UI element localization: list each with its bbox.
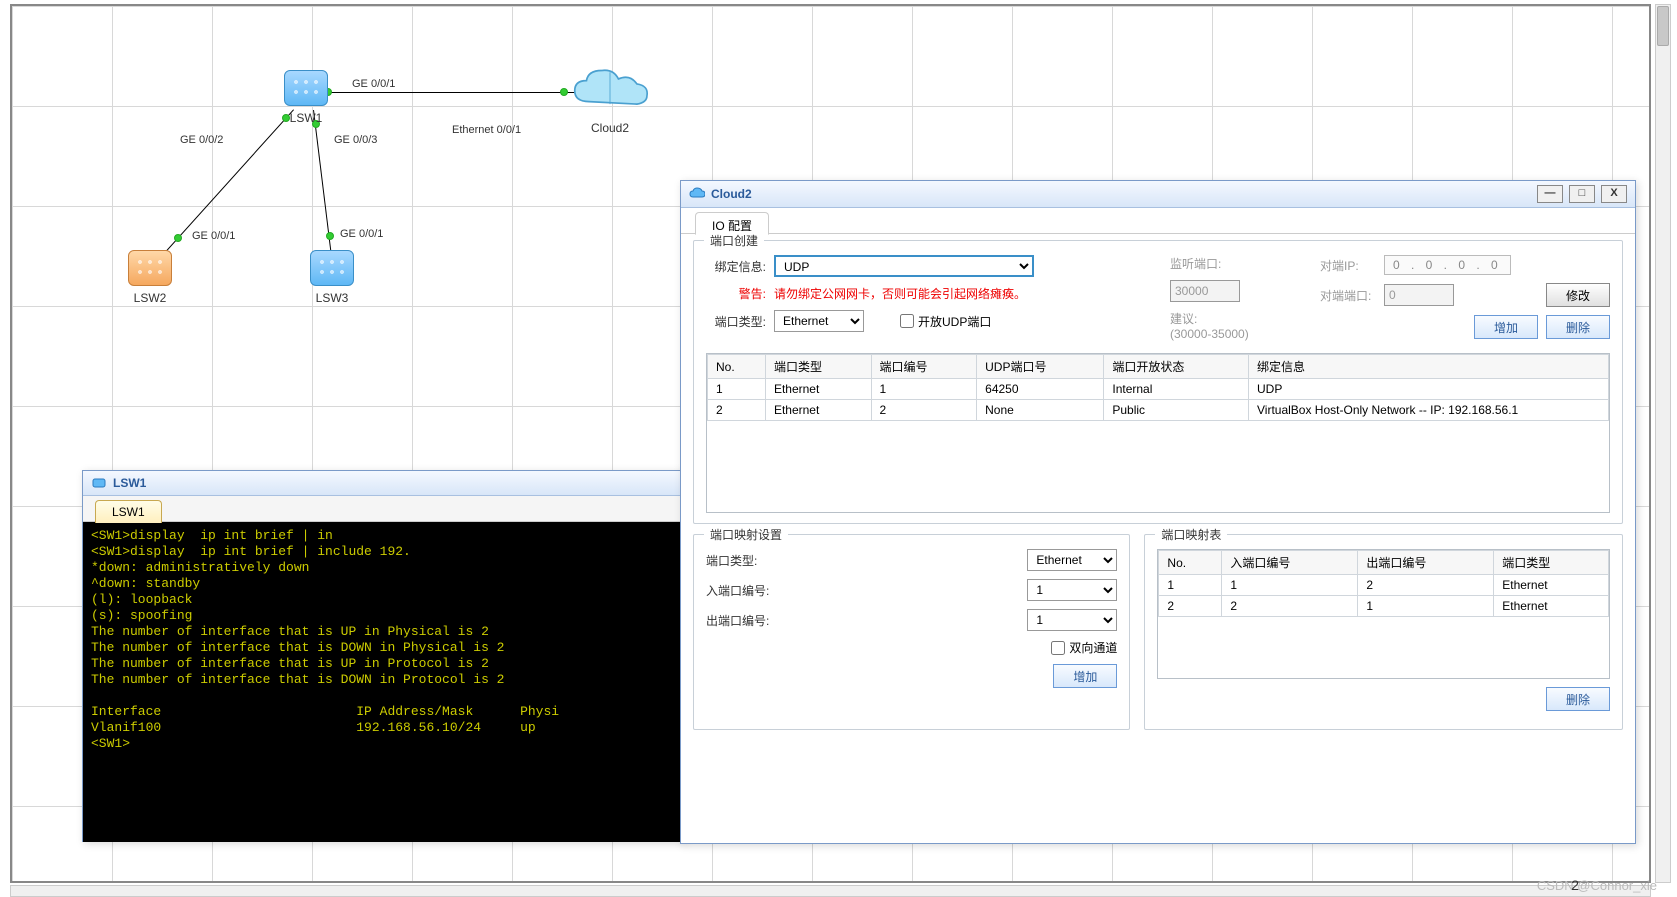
add-button[interactable]: 增加 <box>1474 315 1538 339</box>
th: No. <box>1159 551 1222 575</box>
window-title: LSW1 <box>113 476 146 490</box>
th: 端口类型 <box>1494 551 1609 575</box>
node-label: LSW3 <box>310 291 354 305</box>
link-label: GE 0/0/1 <box>192 230 235 242</box>
node-cloud2[interactable]: Cloud2 <box>568 62 652 135</box>
switch-icon <box>310 250 354 286</box>
maximize-button[interactable]: □ <box>1569 185 1595 203</box>
bidir-checkbox[interactable]: 双向通道 <box>1051 639 1117 656</box>
in-port-label: 入端口编号: <box>706 582 786 599</box>
watermark: CSDN @Connor_xie <box>1537 878 1657 893</box>
th: 端口编号 <box>871 355 977 379</box>
link-label: GE 0/0/2 <box>180 134 223 146</box>
app-icon <box>689 186 705 202</box>
legend: 端口映射设置 <box>704 526 788 543</box>
table-row[interactable]: 112Ethernet <box>1159 575 1609 596</box>
link-lsw1-cloud <box>328 92 580 93</box>
node-label: LSW1 <box>284 111 328 125</box>
switch-icon <box>284 70 328 106</box>
map-delete-button[interactable]: 删除 <box>1546 687 1610 711</box>
warning-text: 请勿绑定公网网卡，否则可能会引起网络瘫痪。 <box>774 285 1026 302</box>
link-label: GE 0/0/1 <box>352 78 395 90</box>
table-row[interactable]: 221Ethernet <box>1159 596 1609 617</box>
node-label: LSW2 <box>128 291 172 305</box>
port-type-label: 端口类型: <box>706 313 766 330</box>
terminal-output[interactable]: <SW1>display ip int brief | in <SW1>disp… <box>83 522 683 842</box>
out-port-label: 出端口编号: <box>706 612 786 629</box>
bind-info-label: 绑定信息: <box>706 258 766 275</box>
scrollbar-vertical[interactable] <box>1655 4 1671 883</box>
th: 入端口编号 <box>1222 551 1358 575</box>
port-map-table: No. 入端口编号 出端口编号 端口类型 112Ethernet 221Ethe… <box>1158 550 1609 617</box>
th: 出端口编号 <box>1358 551 1494 575</box>
window-cloud2[interactable]: Cloud2 — □ X IO 配置 端口创建 绑定信息: UDP 警告: 请勿… <box>680 180 1636 844</box>
node-label: Cloud2 <box>568 121 652 135</box>
warning-label: 警告: <box>706 285 766 302</box>
scrollbar-thumb[interactable] <box>1657 6 1669 46</box>
link-label: GE 0/0/1 <box>340 228 383 240</box>
window-titlebar[interactable]: LSW1 <box>83 471 683 496</box>
link-label: Ethernet 0/0/1 <box>452 124 521 136</box>
th: 端口类型 <box>765 355 871 379</box>
listen-port-label: 监听端口: <box>1170 255 1221 272</box>
link-dot <box>560 88 568 96</box>
th: No. <box>708 355 766 379</box>
suggest-range: (30000-35000) <box>1170 327 1300 341</box>
app-icon <box>91 475 107 491</box>
link-label: GE 0/0/3 <box>334 134 377 146</box>
peer-port-label: 对端端口: <box>1320 287 1376 304</box>
th: UDP端口号 <box>977 355 1104 379</box>
table-row[interactable]: 2Ethernet2NonePublicVirtualBox Host-Only… <box>708 400 1609 421</box>
cursor-icon: 2 <box>1571 877 1579 893</box>
legend: 端口映射表 <box>1155 526 1227 543</box>
port-create-table: No. 端口类型 端口编号 UDP端口号 端口开放状态 绑定信息 1Ethern… <box>707 354 1609 421</box>
port-type-select[interactable]: Ethernet <box>774 310 864 332</box>
link-dot <box>326 232 334 240</box>
port-create-table-wrap[interactable]: No. 端口类型 端口编号 UDP端口号 端口开放状态 绑定信息 1Ethern… <box>706 353 1610 513</box>
fieldset-port-map-set: 端口映射设置 端口类型:Ethernet 入端口编号:1 出端口编号:1 双向通… <box>693 534 1130 730</box>
peer-port-input <box>1384 284 1454 306</box>
link-dot <box>174 234 182 242</box>
port-map-table-wrap[interactable]: No. 入端口编号 出端口编号 端口类型 112Ethernet 221Ethe… <box>1157 549 1610 679</box>
legend: 端口创建 <box>704 232 764 249</box>
peer-ip-label: 对端IP: <box>1320 257 1376 274</box>
th: 端口开放状态 <box>1104 355 1249 379</box>
tabstrip: IO 配置 <box>681 208 1635 234</box>
table-row[interactable]: 1Ethernet164250InternalUDP <box>708 379 1609 400</box>
tabstrip: LSW1 <box>83 496 683 522</box>
window-titlebar[interactable]: Cloud2 — □ X <box>681 181 1635 208</box>
node-lsw3[interactable]: LSW3 <box>310 250 354 305</box>
listen-port-input <box>1170 280 1240 302</box>
suggest-label: 建议: <box>1170 310 1300 327</box>
modify-button[interactable]: 修改 <box>1546 283 1610 307</box>
cloud-icon <box>568 62 652 116</box>
map-port-type-select[interactable]: Ethernet <box>1027 549 1117 571</box>
fieldset-port-map-table: 端口映射表 No. 入端口编号 出端口编号 端口类型 112Ethernet 2… <box>1144 534 1623 730</box>
window-body: 端口创建 绑定信息: UDP 警告: 请勿绑定公网网卡，否则可能会引起网络瘫痪。… <box>681 234 1635 752</box>
map-add-button[interactable]: 增加 <box>1053 664 1117 688</box>
node-lsw1[interactable]: LSW1 <box>284 70 328 125</box>
node-lsw2[interactable]: LSW2 <box>128 250 172 305</box>
out-port-select[interactable]: 1 <box>1027 609 1117 631</box>
fieldset-port-create: 端口创建 绑定信息: UDP 警告: 请勿绑定公网网卡，否则可能会引起网络瘫痪。… <box>693 240 1623 524</box>
window-title: Cloud2 <box>711 187 752 201</box>
switch-icon <box>128 250 172 286</box>
delete-button[interactable]: 删除 <box>1546 315 1610 339</box>
close-button[interactable]: X <box>1601 185 1627 203</box>
in-port-select[interactable]: 1 <box>1027 579 1117 601</box>
scrollbar-horizontal[interactable] <box>10 885 1651 897</box>
port-type-label: 端口类型: <box>706 552 786 569</box>
th: 绑定信息 <box>1249 355 1609 379</box>
open-udp-checkbox[interactable]: 开放UDP端口 <box>900 313 991 330</box>
bind-info-select[interactable]: UDP <box>774 255 1034 277</box>
peer-ip-input[interactable]: 0 . 0 . 0 . 0 <box>1384 255 1511 275</box>
tab-lsw1[interactable]: LSW1 <box>95 500 162 523</box>
window-lsw1[interactable]: LSW1 LSW1 <SW1>display ip int brief | in… <box>82 470 684 842</box>
minimize-button[interactable]: — <box>1537 185 1563 203</box>
